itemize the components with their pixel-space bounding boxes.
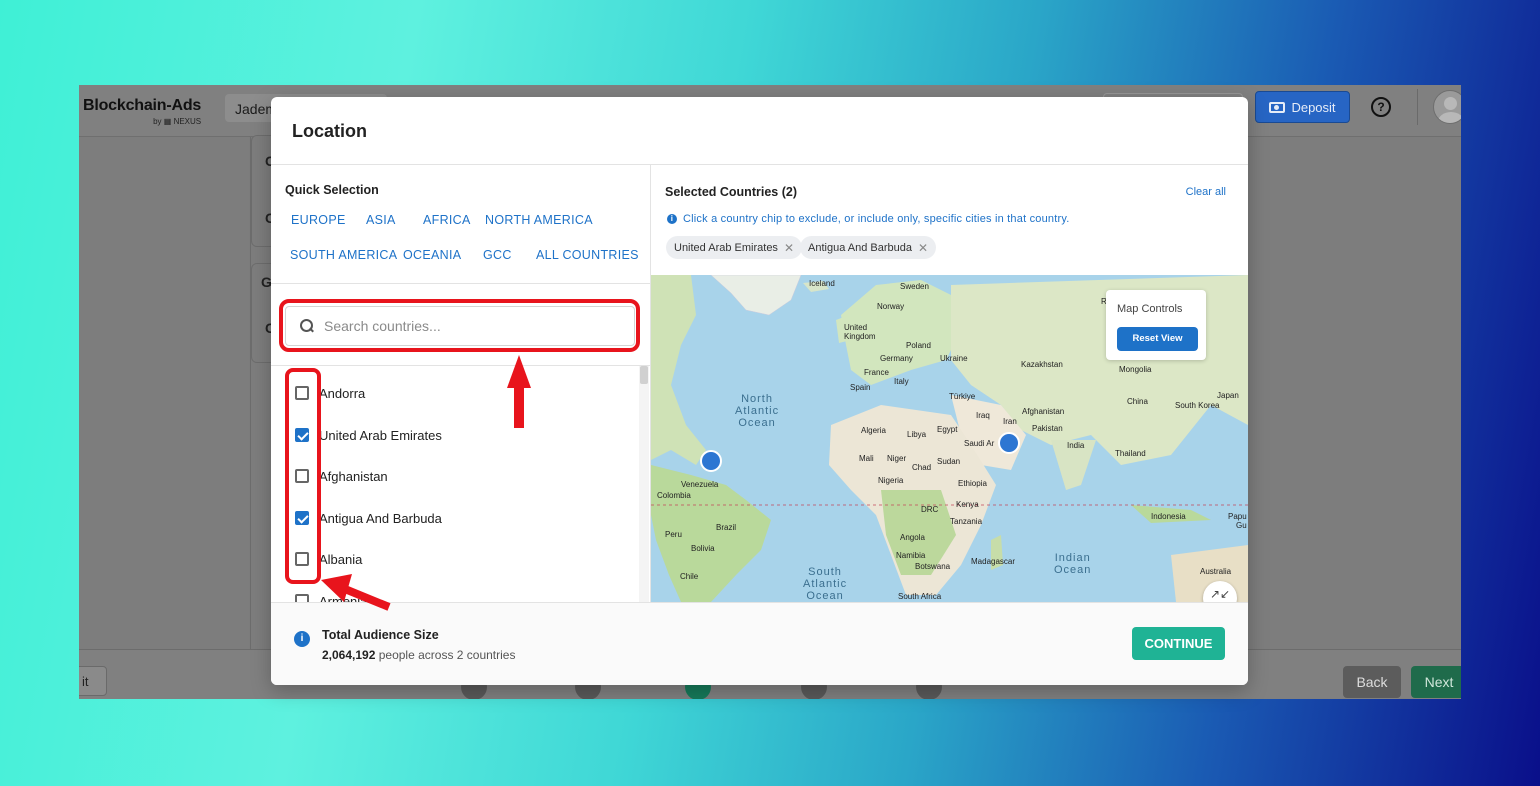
annotation-arrows (321, 355, 531, 611)
arrow-up-icon (507, 355, 531, 428)
arrow-diagonal-icon (321, 574, 391, 611)
